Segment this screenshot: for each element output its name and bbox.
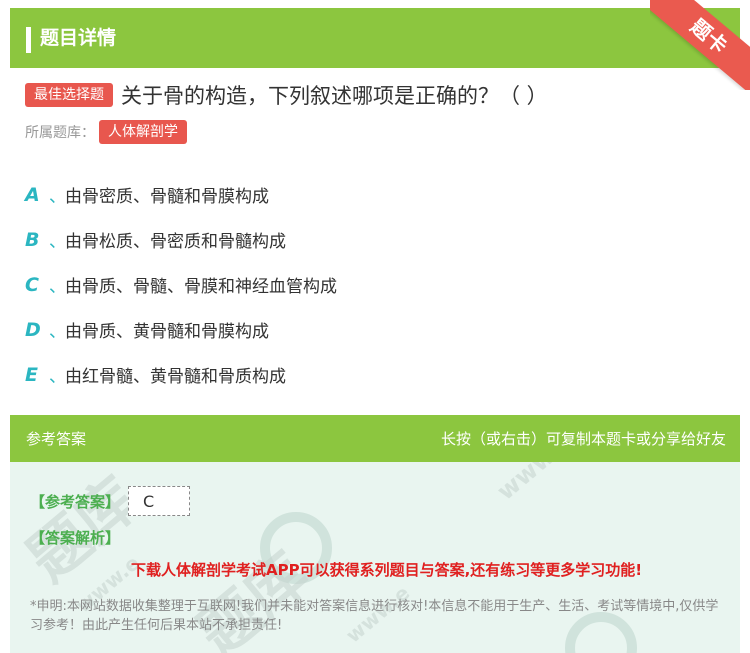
option-text: 由红骨髓、黄骨髓和骨质构成	[65, 367, 286, 387]
option-letter: C	[25, 273, 39, 296]
option-separator: 、	[49, 187, 66, 207]
header-accent-bar	[26, 27, 31, 53]
share-hint: 长按（或右击）可复制本题卡或分享给好友	[440, 430, 726, 448]
question-line: 最佳选择题 关于骨的构造，下列叙述哪项是正确的？（ ）	[25, 80, 548, 110]
question-card-page: 题目详情 题卡 最佳选择题 关于骨的构造，下列叙述哪项是正确的？（ ） 所属题库…	[0, 0, 750, 653]
option-e[interactable]: E 、 由红骨髓、黄骨髓和骨质构成	[25, 352, 337, 397]
question-type-tag: 最佳选择题	[25, 83, 113, 107]
download-app-link[interactable]: 下载人体解剖学考试APP可以获得系列题目与答案,还有练习等更多学习功能!	[131, 559, 642, 580]
header-bar: 题目详情	[10, 8, 740, 68]
option-c[interactable]: C 、 由骨质、骨髓、骨膜和神经血管构成	[25, 262, 337, 307]
option-separator: 、	[49, 232, 66, 252]
option-letter: B	[25, 228, 40, 251]
reference-answer-label: 【参考答案】	[30, 492, 121, 511]
source-tag[interactable]: 人体解剖学	[99, 120, 187, 144]
option-text: 由骨质、黄骨髓和骨膜构成	[65, 322, 269, 342]
option-letter: D	[25, 318, 41, 341]
option-letter: E	[25, 363, 38, 386]
answer-value-image: C	[128, 486, 191, 516]
option-text: 由骨质、骨髓、骨膜和神经血管构成	[65, 277, 337, 297]
question-source: 所属题库： 人体解剖学	[25, 120, 187, 144]
question-text: 关于骨的构造，下列叙述哪项是正确的？（ ）	[121, 84, 548, 108]
analysis-row: 【答案解析】	[30, 527, 120, 548]
option-b[interactable]: B 、 由骨松质、骨密质和骨髓构成	[25, 217, 337, 262]
ribbon-label: 题卡	[650, 0, 750, 90]
reference-answer-row: 【参考答案】 C	[30, 486, 191, 516]
option-text: 由骨松质、骨密质和骨髓构成	[65, 232, 286, 252]
option-letter: A	[25, 183, 40, 206]
option-separator: 、	[49, 277, 66, 297]
source-label: 所属题库：	[25, 125, 95, 141]
corner-ribbon: 题卡	[650, 0, 750, 90]
answer-section-title: 参考答案	[26, 430, 87, 448]
option-text: 由骨密质、骨髓和骨膜构成	[65, 187, 269, 207]
option-a[interactable]: A 、 由骨密质、骨髓和骨膜构成	[25, 172, 337, 217]
disclaimer-text: *申明:本网站数据收集整理于互联网!我们并未能对答案信息进行核对!本信息不能用于…	[30, 599, 719, 633]
option-d[interactable]: D 、 由骨质、黄骨髓和骨膜构成	[25, 307, 337, 352]
watermark-text: www.e	[491, 462, 579, 506]
answer-section-header: 参考答案 长按（或右击）可复制本题卡或分享给好友	[10, 415, 740, 462]
option-separator: 、	[49, 367, 66, 387]
option-separator: 、	[49, 322, 66, 342]
answer-section-body: 题库 题库 www.e www.e www.e 【参考答案】 C 【答案解析】 …	[10, 462, 740, 653]
option-list: A 、 由骨密质、骨髓和骨膜构成 B 、 由骨松质、骨密质和骨髓构成 C 、 由…	[25, 172, 337, 397]
header-title: 题目详情	[40, 27, 117, 49]
analysis-label: 【答案解析】	[30, 529, 121, 547]
